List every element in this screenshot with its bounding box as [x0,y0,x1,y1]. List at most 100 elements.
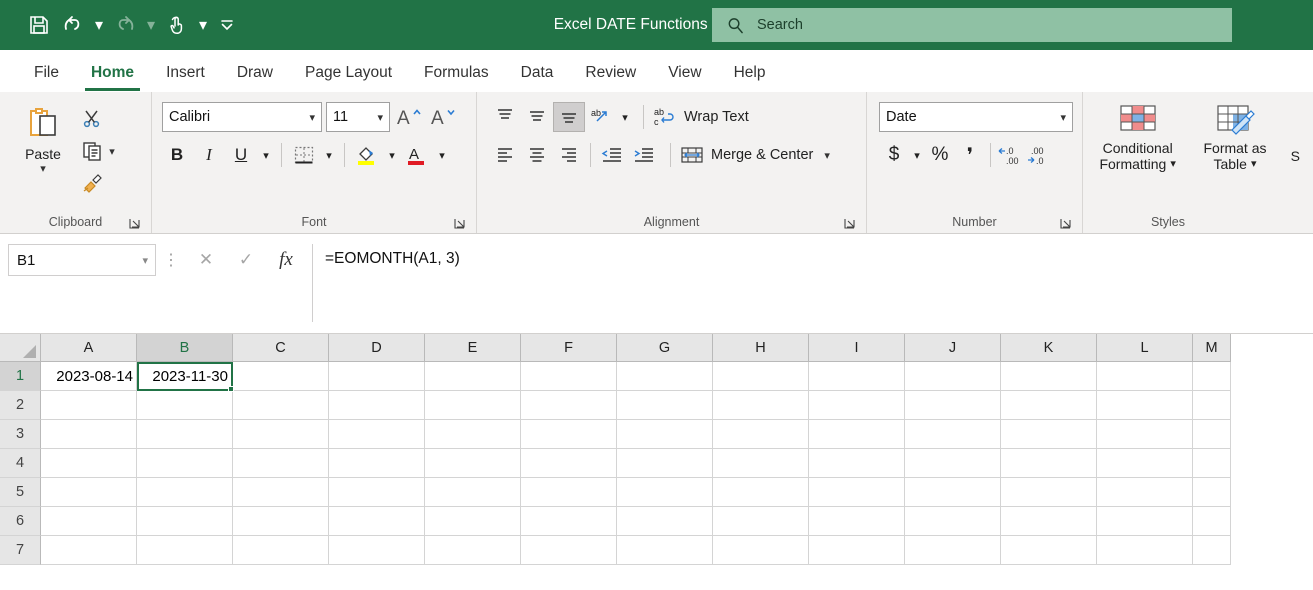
cell-J5[interactable] [905,478,1001,507]
cell-H5[interactable] [713,478,809,507]
cell-A5[interactable] [41,478,137,507]
cell-E4[interactable] [425,449,521,478]
cell-L5[interactable] [1097,478,1193,507]
cell-L7[interactable] [1097,536,1193,565]
cell-K3[interactable] [1001,420,1097,449]
fill-handle[interactable] [228,386,234,392]
tab-home[interactable]: Home [75,54,150,92]
formula-input[interactable]: =EOMONTH(A1, 3) [312,244,1313,322]
font-color-button[interactable]: A [402,140,432,170]
customize-quick-access-icon[interactable] [212,8,242,42]
column-header-e[interactable]: E [425,334,521,362]
cell-E2[interactable] [425,391,521,420]
cell-L3[interactable] [1097,420,1193,449]
comma-style-button[interactable]: ❜ [955,140,985,170]
column-header-j[interactable]: J [905,334,1001,362]
conditional-formatting-button[interactable]: Conditional Formatting ▾ [1089,100,1186,172]
font-name-select[interactable]: Calibri ▾ [162,102,322,132]
cell-B5[interactable] [137,478,233,507]
cell-B3[interactable] [137,420,233,449]
formula-bar-options-icon[interactable]: ⋮ [156,244,186,276]
paste-button[interactable]: Paste ▾ [6,98,80,175]
decrease-indent-button[interactable] [596,140,628,170]
cell-L6[interactable] [1097,507,1193,536]
cell-J6[interactable] [905,507,1001,536]
bold-button[interactable]: B [162,140,192,170]
borders-button[interactable] [289,140,319,170]
cell-K5[interactable] [1001,478,1097,507]
row-header-1[interactable]: 1 [0,362,41,391]
accounting-dropdown-icon[interactable]: ▾ [909,140,925,170]
cell-G3[interactable] [617,420,713,449]
cell-L1[interactable] [1097,362,1193,391]
cell-F6[interactable] [521,507,617,536]
cell-J3[interactable] [905,420,1001,449]
cell-E1[interactable] [425,362,521,391]
copy-dropdown-icon[interactable]: ▾ [104,145,120,158]
cell-C1[interactable] [233,362,329,391]
clipboard-dialog-launcher-icon[interactable] [128,217,141,230]
cell-A3[interactable] [41,420,137,449]
cell-G4[interactable] [617,449,713,478]
cell-H2[interactable] [713,391,809,420]
save-icon[interactable] [22,8,56,42]
middle-align-button[interactable] [521,102,553,132]
tab-insert[interactable]: Insert [150,54,221,92]
cell-D3[interactable] [329,420,425,449]
column-header-h[interactable]: H [713,334,809,362]
cell-C6[interactable] [233,507,329,536]
cell-D1[interactable] [329,362,425,391]
increase-indent-button[interactable] [628,140,660,170]
cell-E3[interactable] [425,420,521,449]
cell-B1[interactable]: 2023-11-30 [137,362,233,391]
cell-H1[interactable] [713,362,809,391]
merge-center-button[interactable]: Merge & Center ▾ [676,140,830,170]
align-left-button[interactable] [489,140,521,170]
tab-formulas[interactable]: Formulas [408,54,505,92]
cell-I4[interactable] [809,449,905,478]
tab-review[interactable]: Review [569,54,652,92]
cell-J7[interactable] [905,536,1001,565]
tab-data[interactable]: Data [505,54,570,92]
cell-F1[interactable] [521,362,617,391]
cell-L4[interactable] [1097,449,1193,478]
underline-dropdown-icon[interactable]: ▾ [258,140,274,170]
borders-dropdown-icon[interactable]: ▾ [321,140,337,170]
cell-K4[interactable] [1001,449,1097,478]
tab-view[interactable]: View [652,54,717,92]
cell-H3[interactable] [713,420,809,449]
cell-K1[interactable] [1001,362,1097,391]
cell-F2[interactable] [521,391,617,420]
number-dialog-launcher-icon[interactable] [1059,217,1072,230]
column-header-i[interactable]: I [809,334,905,362]
cancel-formula-icon[interactable]: ✕ [186,244,226,276]
cell-G1[interactable] [617,362,713,391]
search-input[interactable]: Search [712,8,1232,42]
cell-B2[interactable] [137,391,233,420]
alignment-dialog-launcher-icon[interactable] [843,217,856,230]
font-dialog-launcher-icon[interactable] [453,217,466,230]
cell-I5[interactable] [809,478,905,507]
cell-I2[interactable] [809,391,905,420]
cell-M4[interactable] [1193,449,1231,478]
accounting-format-button[interactable]: $ [879,140,909,170]
row-header-2[interactable]: 2 [0,391,41,420]
cell-J2[interactable] [905,391,1001,420]
decrease-decimal-button[interactable]: .00 .0 [1026,140,1056,170]
cell-A1[interactable]: 2023-08-14 [41,362,137,391]
cell-I7[interactable] [809,536,905,565]
fill-color-button[interactable] [352,140,382,170]
copy-button[interactable]: ▾ [80,136,120,166]
increase-decimal-button[interactable]: .0 .00 [996,140,1026,170]
italic-button[interactable]: I [194,140,224,170]
touch-mode-dropdown-icon[interactable]: ▾ [194,8,212,42]
cell-G5[interactable] [617,478,713,507]
align-right-button[interactable] [553,140,585,170]
cell-H7[interactable] [713,536,809,565]
row-header-4[interactable]: 4 [0,449,41,478]
format-painter-button[interactable] [80,168,120,198]
merge-center-dropdown-icon[interactable]: ▾ [824,149,830,162]
underline-button[interactable]: U [226,140,256,170]
cell-A4[interactable] [41,449,137,478]
cell-B6[interactable] [137,507,233,536]
